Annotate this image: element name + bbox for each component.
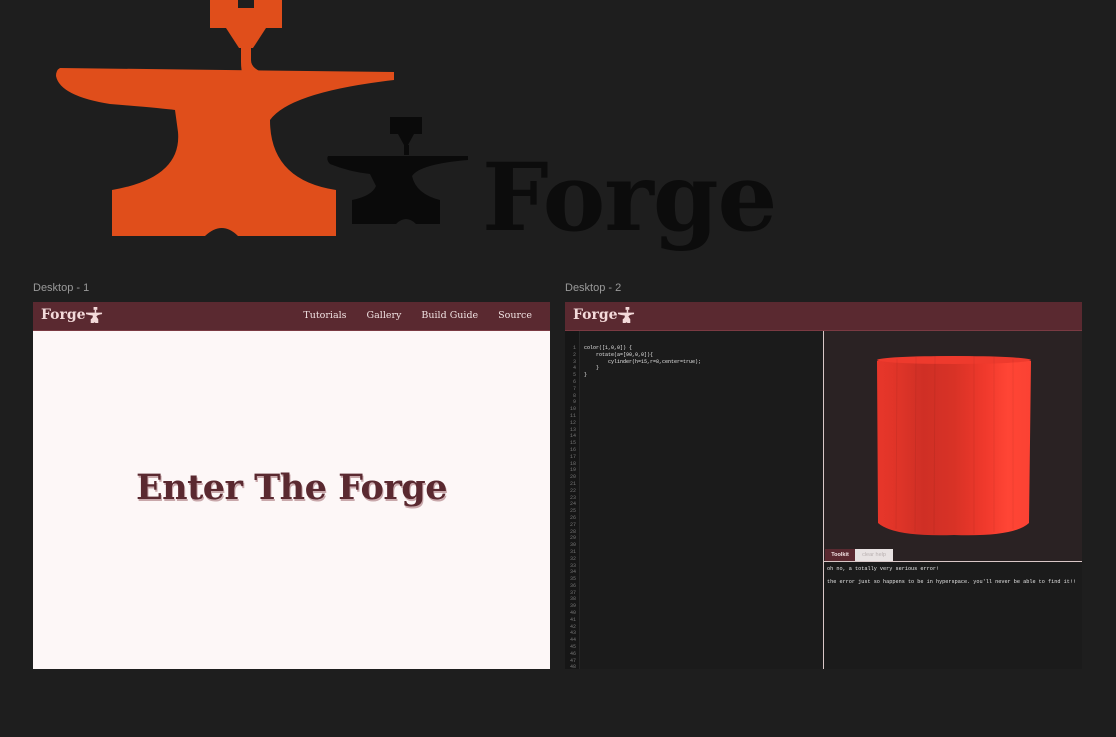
nav-link-tutorials[interactable]: Tutorials (303, 310, 346, 321)
line-number: 11 (569, 412, 576, 419)
line-number: 4 (572, 365, 576, 372)
cylinder-render (877, 355, 1031, 536)
forge-wordmark: Forge (482, 143, 777, 253)
line-number: 30 (569, 542, 576, 549)
line-number: 32 (569, 555, 576, 562)
line-number: 33 (569, 562, 576, 569)
line-number: 8 (572, 392, 576, 399)
desktop-1-frame: Forge Tutorials Gallery Build Guide Sour… (33, 302, 550, 669)
tab-clear-help[interactable]: clear help (855, 549, 893, 561)
line-number: 40 (569, 610, 576, 617)
line-number: 38 (569, 596, 576, 603)
line-number: 48 (569, 664, 576, 669)
line-number: 3 (572, 358, 576, 365)
line-number: 10 (569, 406, 576, 413)
line-number: 23 (569, 494, 576, 501)
line-number: 2 (572, 351, 576, 358)
line-number: 36 (569, 582, 576, 589)
hero-headline: Enter The Forge (135, 467, 448, 508)
console-line: oh no, a totally very serious error! (827, 566, 940, 572)
line-number: 35 (569, 576, 576, 583)
nav-link-build-guide[interactable]: Build Guide (421, 310, 478, 321)
line-number: 15 (569, 440, 576, 447)
line-number: 28 (569, 528, 576, 535)
line-number: 41 (569, 616, 576, 623)
anvil-printer-logo-orange (56, 0, 394, 236)
line-number: 16 (569, 446, 576, 453)
code-text[interactable]: color([1,0,0]) { rotate(a=[90,0,0]){ cyl… (584, 345, 701, 379)
desktop-2-frame: Forge 1 2 3 4 5 6 7 8 9 10 11 12 13 14 15 16 17 18 19 20 21 2… (565, 302, 1082, 669)
line-number: 25 (569, 508, 576, 515)
line-number: 9 (572, 399, 576, 406)
line-number: 18 (569, 460, 576, 467)
nav-brand[interactable]: Forge (573, 307, 618, 323)
line-number: 42 (569, 623, 576, 630)
nav-link-source[interactable]: Source (498, 310, 532, 321)
line-number: 5 (572, 372, 576, 379)
nav-links: Tutorials Gallery Build Guide Source (303, 310, 532, 321)
navbar: Forge (565, 302, 1082, 331)
line-number: 34 (569, 569, 576, 576)
line-number: 12 (569, 419, 576, 426)
console-output: oh no, a totally very serious error! the… (824, 562, 1082, 669)
line-number: 14 (569, 433, 576, 440)
line-numbers: 1 2 3 4 5 6 7 8 9 10 11 12 13 14 15 16 17 18 19 20 21 22 23 24 2… (565, 345, 576, 669)
line-number: 44 (569, 637, 576, 644)
nav-brand[interactable]: Forge (41, 307, 86, 323)
line-number: 27 (569, 521, 576, 528)
nav-link-gallery[interactable]: Gallery (367, 310, 402, 321)
frame-label-desktop-2[interactable]: Desktop - 2 (565, 282, 621, 294)
panel-tabs: Toolkit clear help (824, 547, 1082, 561)
line-number: 29 (569, 535, 576, 542)
line-number: 6 (572, 378, 576, 385)
line-number: 46 (569, 650, 576, 657)
line-number: 22 (569, 487, 576, 494)
code-editor[interactable]: 1 2 3 4 5 6 7 8 9 10 11 12 13 14 15 16 17 18 19 20 21 22 23 24 2… (565, 331, 823, 669)
line-number: 45 (569, 644, 576, 651)
line-number: 20 (569, 474, 576, 481)
line-number: 43 (569, 630, 576, 637)
console-line: the error just so happens to be in hyper… (827, 579, 1077, 585)
anvil-logo-black (327, 117, 468, 224)
line-number: 7 (572, 385, 576, 392)
anvil-icon (86, 307, 103, 324)
anvil-icon (618, 307, 635, 324)
tab-toolkit[interactable]: Toolkit (825, 549, 855, 561)
line-number: 37 (569, 589, 576, 596)
line-number: 39 (569, 603, 576, 610)
line-number: 13 (569, 426, 576, 433)
line-number: 31 (569, 548, 576, 555)
line-number: 1 (572, 345, 576, 351)
line-number: 19 (569, 467, 576, 474)
line-number: 47 (569, 657, 576, 664)
navbar: Forge Tutorials Gallery Build Guide Sour… (33, 302, 550, 331)
line-number: 21 (569, 480, 576, 487)
line-number: 17 (569, 453, 576, 460)
line-number: 24 (569, 501, 576, 508)
frame-label-desktop-1[interactable]: Desktop - 1 (33, 282, 89, 294)
landing-body: Enter The Forge (33, 331, 550, 669)
3d-viewport[interactable] (824, 331, 1082, 547)
line-number: 26 (569, 514, 576, 521)
